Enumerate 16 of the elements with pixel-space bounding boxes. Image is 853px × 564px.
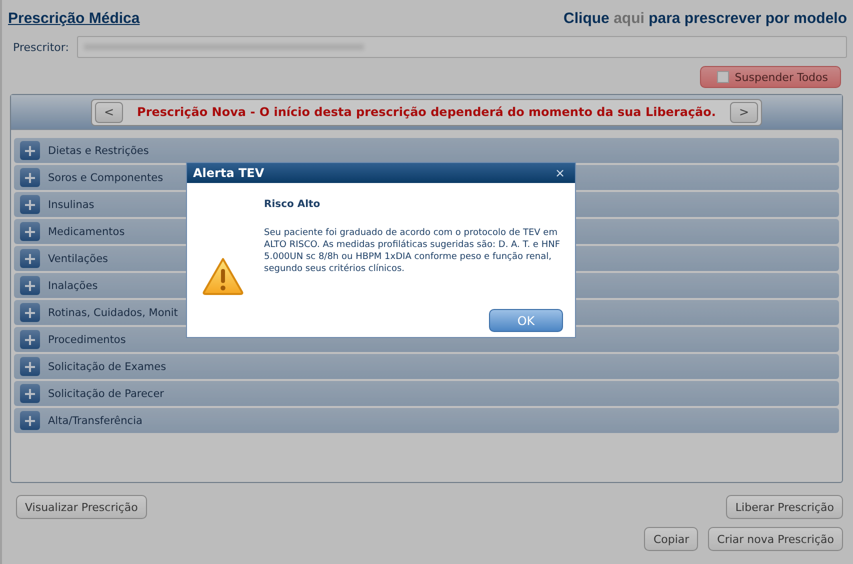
model-prompt: Clique aqui para prescrever por modelo — [564, 10, 847, 26]
section-label: Insulinas — [48, 198, 94, 210]
section-label: Inalações — [48, 280, 98, 292]
section-label: Rotinas, Cuidados, Monit — [48, 306, 178, 318]
section-label: Medicamentos — [48, 226, 125, 238]
section-label: Dietas e Restrições — [48, 144, 149, 156]
section-label: Solicitação de Parecer — [48, 388, 164, 400]
section-label: Procedimentos — [48, 334, 126, 346]
section-label: Soros e Componentes — [48, 172, 164, 184]
alert-heading: Risco Alto — [264, 199, 322, 210]
dialog-title: Alerta TEV — [193, 166, 264, 180]
section-label: Solicitação de Exames — [48, 360, 166, 372]
prescriber-label: Prescritor: — [13, 40, 69, 54]
section-label: Alta/Transferência — [48, 414, 142, 426]
banner-message: Prescrição Nova - O início desta prescrição dependerá do momento da sua Liberação. — [137, 105, 716, 119]
section-label: Ventilações — [48, 252, 108, 264]
